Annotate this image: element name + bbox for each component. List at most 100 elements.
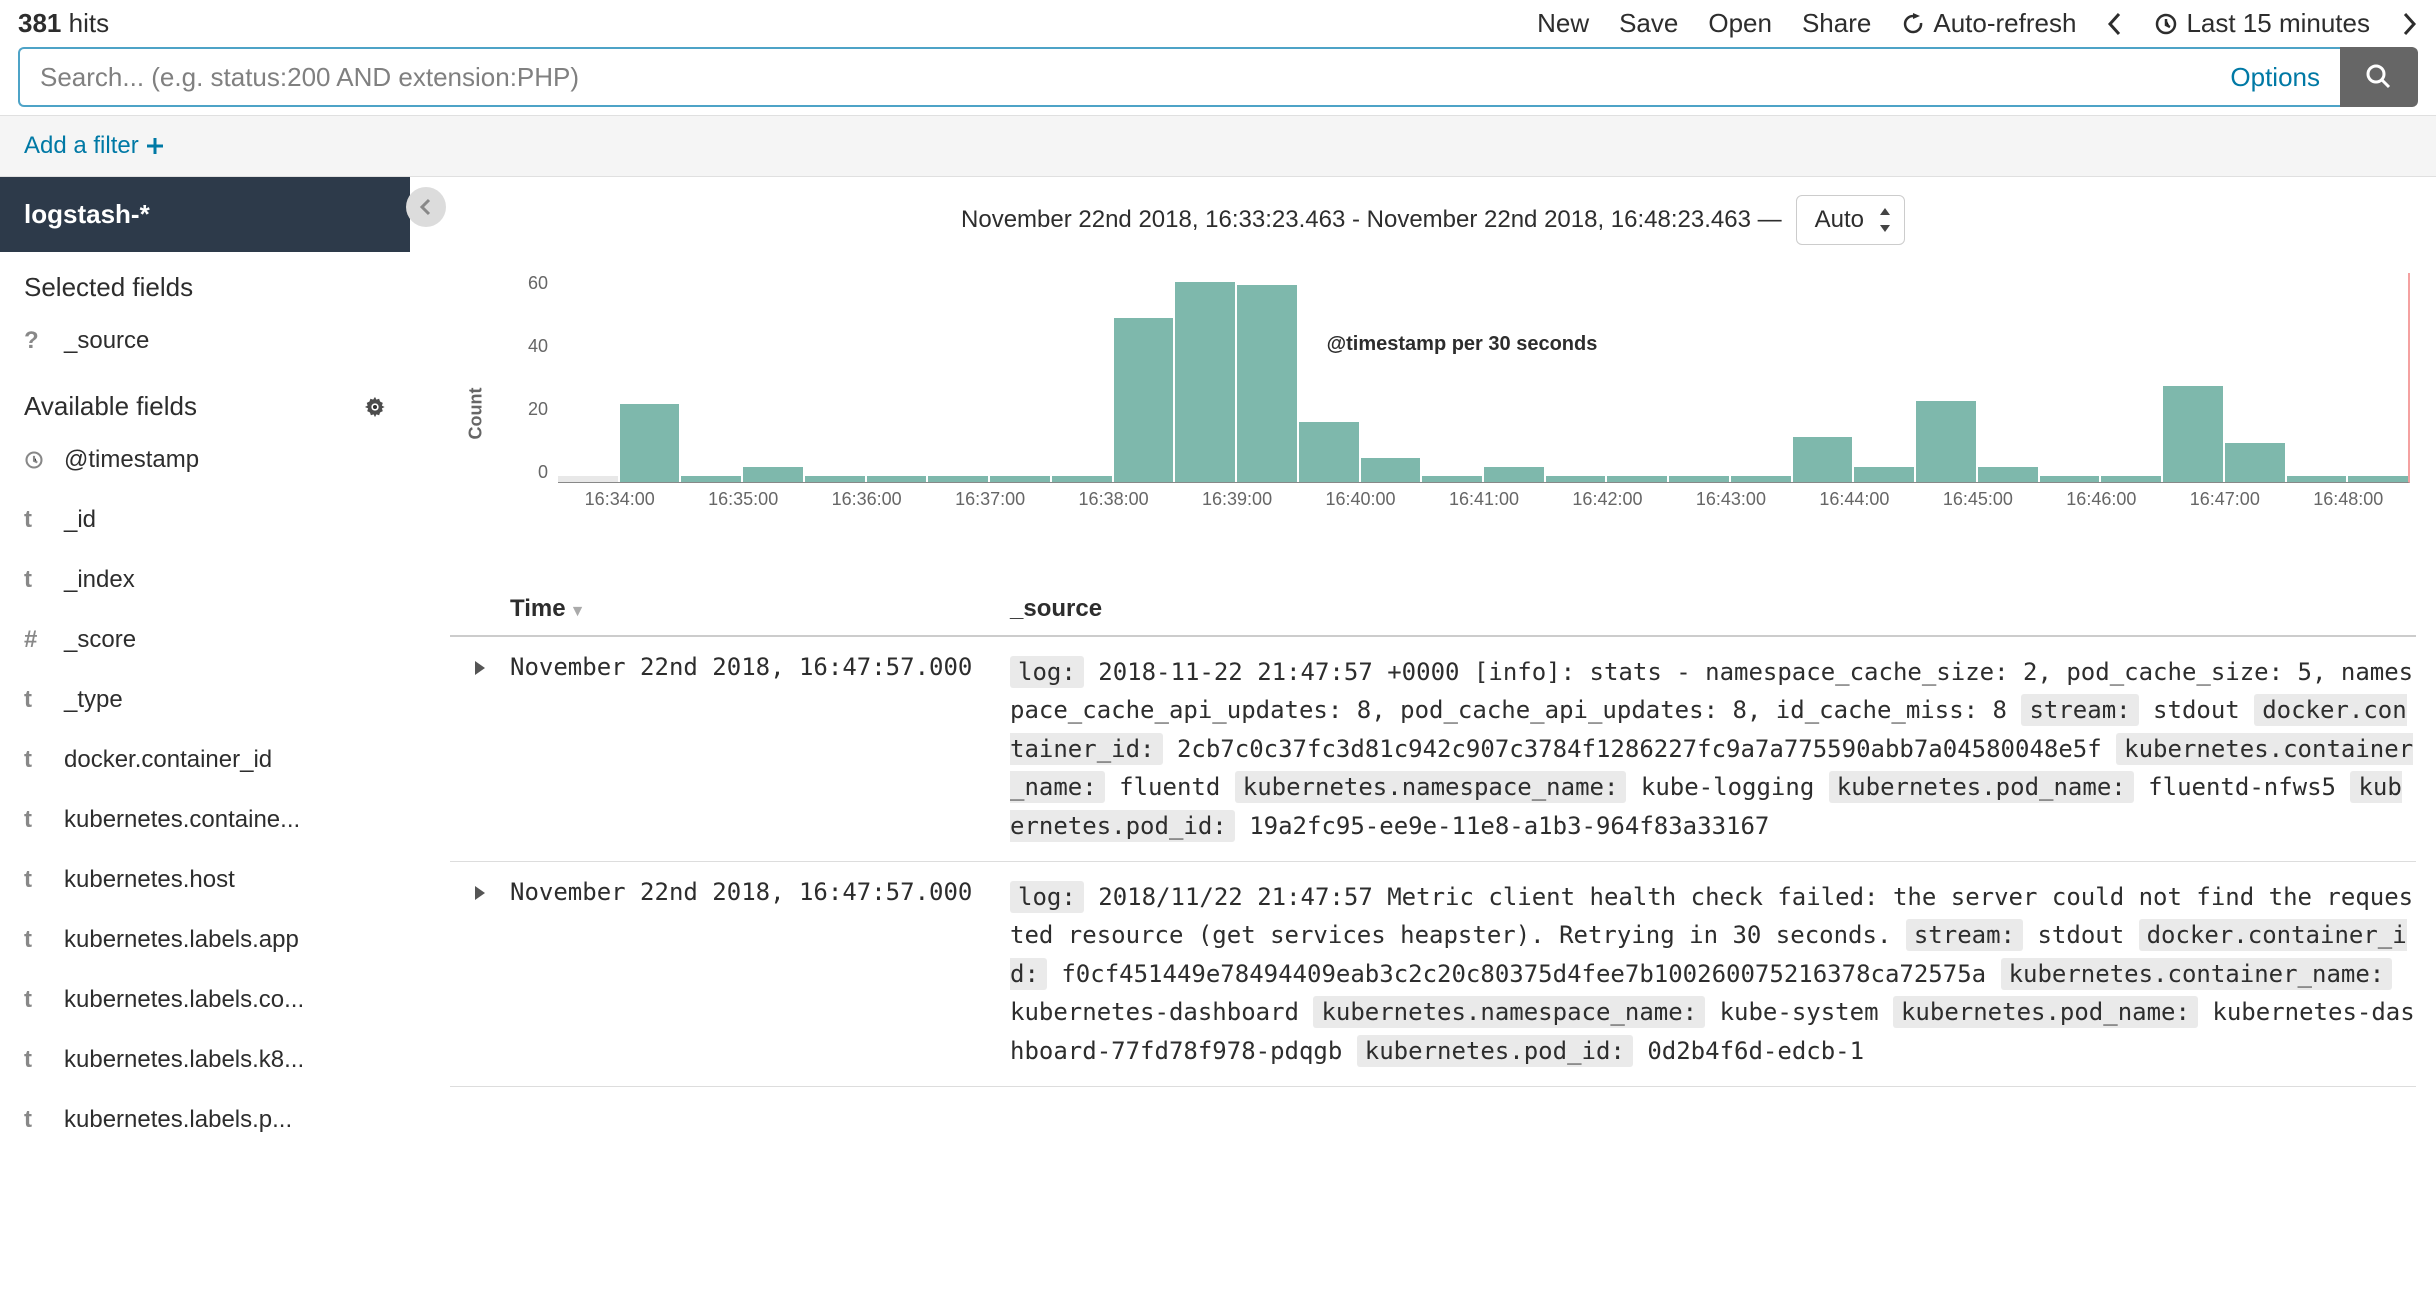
results-table: Time▼ _source November 22nd 2018, 16:47:… xyxy=(450,583,2416,1087)
bar[interactable] xyxy=(1854,467,1914,482)
search-icon xyxy=(2365,63,2393,91)
row-time: November 22nd 2018, 16:47:57.000 xyxy=(510,653,1010,845)
chart-body[interactable]: 6040200 16:34:0016:35:0016:36:0016:37:00… xyxy=(508,273,2416,553)
field-type-icon: t xyxy=(24,866,46,894)
bar[interactable] xyxy=(1731,476,1791,482)
interval-value: Auto xyxy=(1815,206,1864,233)
field-item-kubernetes-host[interactable]: t kubernetes.host xyxy=(0,850,410,910)
menu-open[interactable]: Open xyxy=(1708,8,1772,39)
caret-right-icon xyxy=(473,659,487,677)
bar[interactable] xyxy=(1607,476,1667,482)
gear-icon xyxy=(364,396,386,418)
bar[interactable] xyxy=(1793,437,1853,482)
bar[interactable] xyxy=(558,476,618,482)
bar[interactable] xyxy=(1361,458,1421,482)
field-type-icon: t xyxy=(24,746,46,774)
bar[interactable] xyxy=(2225,443,2285,482)
menu-save[interactable]: Save xyxy=(1619,8,1678,39)
bar[interactable] xyxy=(1546,476,1606,482)
field-item--timestamp[interactable]: @timestamp xyxy=(0,430,410,490)
time-prev[interactable] xyxy=(2106,11,2124,37)
add-filter-label: Add a filter xyxy=(24,132,139,160)
bar[interactable] xyxy=(2348,476,2408,482)
bar[interactable] xyxy=(1052,476,1112,482)
time-range[interactable]: Last 15 minutes xyxy=(2154,8,2370,39)
bar[interactable] xyxy=(1299,422,1359,482)
bar[interactable] xyxy=(1114,318,1174,482)
field-item-kubernetes-labels-app[interactable]: tkubernetes.labels.app xyxy=(0,910,410,970)
field-key: stream: xyxy=(1906,919,2023,951)
field-name: @timestamp xyxy=(64,446,199,474)
bars xyxy=(558,273,2410,483)
field-key: kubernetes.pod_name: xyxy=(1893,996,2198,1028)
bar[interactable] xyxy=(1669,476,1729,482)
row-time: November 22nd 2018, 16:47:57.000 xyxy=(510,878,1010,1070)
field-item--index[interactable]: t_index xyxy=(0,550,410,610)
bar[interactable] xyxy=(743,467,803,482)
bar[interactable] xyxy=(1916,401,1976,482)
menu-new[interactable]: New xyxy=(1537,8,1589,39)
bar[interactable] xyxy=(681,476,741,482)
field-key: log: xyxy=(1010,656,1084,688)
chevron-right-icon xyxy=(2400,11,2418,37)
search-input[interactable]: Search... (e.g. status:200 AND extension… xyxy=(18,47,2340,107)
field-item--score[interactable]: #_score xyxy=(0,610,410,670)
search-options-link[interactable]: Options xyxy=(2230,62,2320,93)
menu-share[interactable]: Share xyxy=(1802,8,1871,39)
add-filter-link[interactable]: Add a filter xyxy=(24,132,165,160)
field-name: _id xyxy=(64,506,96,534)
sort-desc-icon: ▼ xyxy=(570,603,586,620)
field-type-icon xyxy=(24,450,46,470)
collapse-sidebar-button[interactable] xyxy=(406,187,446,227)
field-item--id[interactable]: t_id xyxy=(0,490,410,550)
bar[interactable] xyxy=(1237,285,1297,482)
bar[interactable] xyxy=(2040,476,2100,482)
bar[interactable] xyxy=(867,476,927,482)
bar[interactable] xyxy=(2287,476,2347,482)
field-key: kubernetes.container_name: xyxy=(1010,733,2413,803)
time-next[interactable] xyxy=(2400,11,2418,37)
filter-bar: Add a filter xyxy=(0,115,2436,177)
field-item-docker-container-id[interactable]: t docker.container_id xyxy=(0,730,410,790)
histogram-range: November 22nd 2018, 16:33:23.463 - Novem… xyxy=(961,206,1782,234)
bar[interactable] xyxy=(2101,476,2161,482)
menu-auto-refresh[interactable]: Auto-refresh xyxy=(1901,8,2076,39)
field-type-icon: ? xyxy=(24,327,46,355)
field-item-kubernetes-containe---[interactable]: tkubernetes.containe... xyxy=(0,790,410,850)
selected-fields-title: Selected fields xyxy=(0,252,410,311)
col-source-header[interactable]: _source xyxy=(1010,595,2416,623)
field-type-icon: t xyxy=(24,986,46,1014)
search-button[interactable] xyxy=(2340,47,2418,107)
bar[interactable] xyxy=(2163,386,2223,482)
bar[interactable] xyxy=(1422,476,1482,482)
search-bar: Search... (e.g. status:200 AND extension… xyxy=(0,47,2436,115)
interval-select[interactable]: Auto xyxy=(1796,195,1905,245)
field-name: _score xyxy=(64,626,136,654)
field-item-kubernetes-labels-co---[interactable]: tkubernetes.labels.co... xyxy=(0,970,410,1030)
field-key: kubernetes.container_name: xyxy=(2001,958,2393,990)
bar[interactable] xyxy=(1978,467,2038,482)
histogram: Count 6040200 16:34:0016:35:0016:36:0016… xyxy=(450,263,2416,553)
field-key: kubernetes.namespace_name: xyxy=(1313,996,1705,1028)
field-item-kubernetes-labels-k8---[interactable]: tkubernetes.labels.k8... xyxy=(0,1030,410,1090)
field-name: docker.container_id xyxy=(64,746,272,774)
field-item-kubernetes-labels-p---[interactable]: tkubernetes.labels.p... xyxy=(0,1090,410,1150)
bar[interactable] xyxy=(928,476,988,482)
field-name: kubernetes.host xyxy=(64,866,235,894)
field-name: _index xyxy=(64,566,135,594)
field-item-_source[interactable]: ?_source xyxy=(0,311,410,371)
bar[interactable] xyxy=(620,404,680,482)
field-item--type[interactable]: t_type xyxy=(0,670,410,730)
expand-row-button[interactable] xyxy=(450,653,510,845)
bar[interactable] xyxy=(1175,282,1235,482)
bar[interactable] xyxy=(990,476,1050,482)
col-time-header[interactable]: Time▼ xyxy=(510,595,1010,623)
bar[interactable] xyxy=(805,476,865,482)
index-pattern[interactable]: logstash-* xyxy=(0,177,410,252)
field-key: kubernetes.pod_id: xyxy=(1357,1035,1633,1067)
expand-row-button[interactable] xyxy=(450,878,510,1070)
field-key: kubernetes.pod_id: xyxy=(1010,771,2402,841)
field-settings-button[interactable] xyxy=(364,396,386,418)
bar[interactable] xyxy=(1484,467,1544,482)
field-name: kubernetes.labels.k8... xyxy=(64,1046,304,1074)
